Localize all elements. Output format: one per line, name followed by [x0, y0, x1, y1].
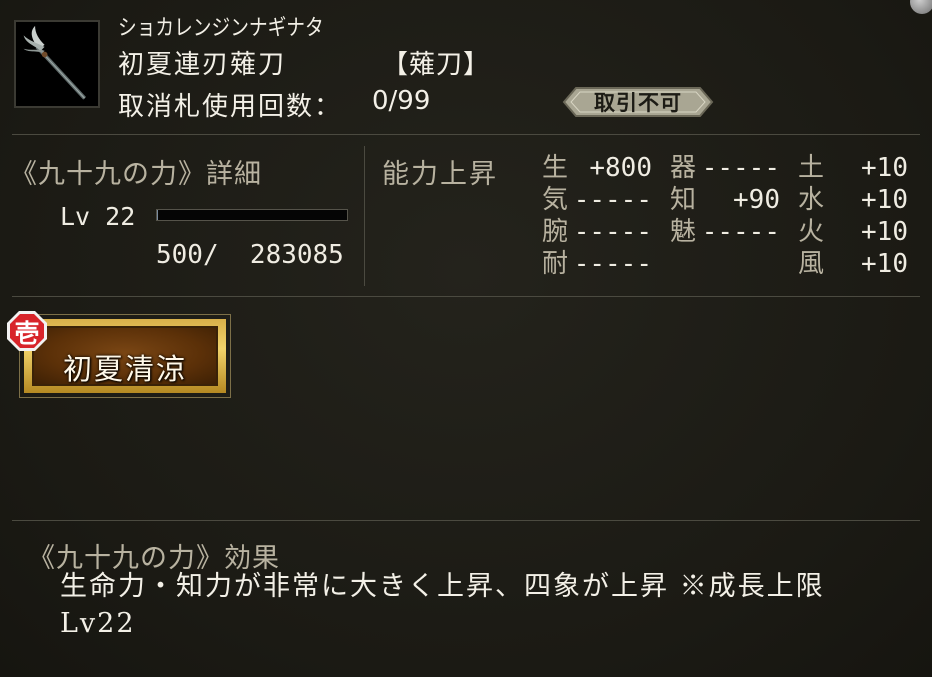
weapon-naginata-icon: [14, 20, 100, 108]
stat-value: -----: [701, 217, 780, 247]
stat-value: +800: [589, 153, 652, 183]
stat-intellect: 知 +90: [670, 184, 780, 216]
stat-value: +10: [861, 249, 908, 279]
divider-vertical: [364, 146, 365, 286]
stat-value: -----: [573, 249, 652, 279]
divider-top: [12, 134, 920, 135]
corner-orb-icon: [910, 0, 932, 14]
trade-status-badge: 取引不可: [562, 86, 714, 118]
stat-value: +10: [861, 153, 908, 183]
rank-badge: 壱: [6, 310, 48, 352]
stat-water: 水 +10: [798, 184, 908, 216]
stat-value: -----: [573, 185, 652, 215]
stat-key: 水: [798, 185, 825, 215]
stat-key: 気: [542, 185, 569, 215]
stat-key: 生: [542, 153, 569, 183]
cancel-tag-label: 取消札使用回数：: [118, 92, 343, 122]
detail-title: 《九十九の力》詳細: [10, 159, 262, 190]
stat-value: -----: [701, 153, 780, 183]
divider-bottom: [12, 520, 920, 521]
stat-key: 魅: [670, 217, 697, 247]
stat-key: 器: [670, 153, 697, 183]
exp-progress-bar: [156, 209, 348, 221]
divider-middle: [12, 296, 920, 297]
item-kana-reading: ショカレンジンナギナタ: [118, 16, 324, 41]
stat-wind: 風 +10: [798, 248, 908, 280]
stat-key: 腕: [542, 217, 569, 247]
effect-description: 生命力・知力が非常に大きく上昇、四象が上昇 ※成長上限Lv22: [60, 571, 825, 639]
stat-dexterity: 器 -----: [670, 152, 780, 184]
item-detail-panel: ショカレンジンナギナタ 初夏連刃薙刀 【薙刀】 取消札使用回数： 0/99 取引…: [0, 0, 932, 677]
skill-button-frame: 初夏清涼: [24, 319, 226, 393]
stat-key: 土: [798, 153, 825, 183]
stat-value: +90: [733, 185, 780, 215]
stat-ki: 気 -----: [542, 184, 652, 216]
stat-key: 耐: [542, 249, 569, 279]
boost-title: 能力上昇: [382, 159, 498, 190]
skill-label: 初夏清涼: [62, 352, 187, 386]
stat-value: -----: [573, 217, 652, 247]
cancel-tag-count: 0/99: [372, 86, 431, 116]
stat-fire: 火 +10: [798, 216, 908, 248]
item-type: 【薙刀】: [382, 50, 491, 80]
skill-button-face: 初夏清涼: [32, 326, 218, 386]
stat-key: 風: [798, 249, 825, 279]
rank-text: 壱: [14, 319, 40, 348]
stat-value: +10: [861, 217, 908, 247]
stat-hp: 生 +800: [542, 152, 652, 184]
level-label: Lv 22: [60, 202, 136, 231]
trade-status-text: 取引不可: [594, 90, 682, 115]
exp-text: 500/ 283085: [156, 240, 344, 270]
stat-earth: 土 +10: [798, 152, 908, 184]
stat-endurance: 耐 -----: [542, 248, 652, 280]
stat-key: 知: [670, 185, 697, 215]
stat-value: +10: [861, 185, 908, 215]
stat-charm: 魅 -----: [670, 216, 780, 248]
stat-arm: 腕 -----: [542, 216, 652, 248]
item-name: 初夏連刃薙刀: [118, 50, 287, 80]
skill-button[interactable]: 初夏清涼: [19, 314, 231, 398]
stat-key: 火: [798, 217, 825, 247]
